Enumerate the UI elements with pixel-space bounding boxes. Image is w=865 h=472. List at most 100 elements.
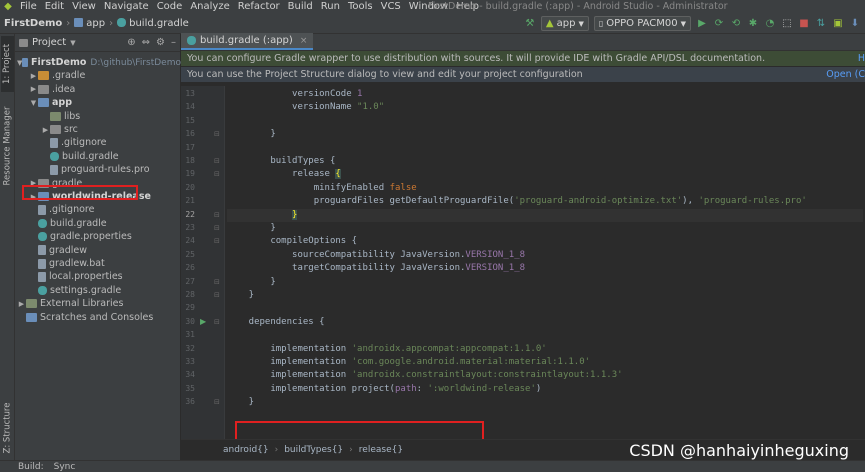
tree-item[interactable]: gradlew xyxy=(15,244,181,257)
tab-resource-manager[interactable]: Resource Manager xyxy=(1,96,14,196)
menu-file[interactable]: File xyxy=(16,0,41,13)
tab-project-tool[interactable]: 1: Project xyxy=(1,36,14,92)
sdk-manager-icon[interactable]: ⬇ xyxy=(849,18,861,30)
fold-marker-icon[interactable]: ⊟ xyxy=(214,209,220,221)
tree-item-label: build.gradle xyxy=(50,217,107,229)
run-toolbar: ⚒ ▲ app ▼ ▯ OPPO PACM00 ▼ ▶ ⟳ ⟲ ✱ ◔ ⬚ ■ … xyxy=(524,13,865,34)
hammer-icon[interactable]: ⚒ xyxy=(524,18,536,30)
run-config-dropdown[interactable]: ▲ app ▼ xyxy=(540,16,589,31)
fold-marker-icon[interactable]: ⊟ xyxy=(214,276,220,288)
chevron-right-icon[interactable]: ▶ xyxy=(29,72,38,80)
fold-marker-icon[interactable]: ⊟ xyxy=(214,128,220,140)
menu-tools[interactable]: Tools xyxy=(344,0,377,13)
project-panel-actions: ⊕ ⇔ ⚙ – xyxy=(127,37,176,48)
open-project-structure-link[interactable]: Open (C xyxy=(826,69,865,80)
banner-action-link[interactable]: H xyxy=(858,53,865,64)
avd-manager-icon[interactable]: ▣ xyxy=(832,18,844,30)
code-line: buildTypes { xyxy=(227,156,336,166)
tree-item[interactable]: .gitignore xyxy=(15,136,181,149)
menu-refactor[interactable]: Refactor xyxy=(234,0,284,13)
chevron-right-icon[interactable]: ▶ xyxy=(17,300,26,308)
fold-marker-icon[interactable]: ⊟ xyxy=(214,168,220,180)
tree-item[interactable]: local.properties xyxy=(15,270,181,283)
fold-marker-icon[interactable]: ⊟ xyxy=(214,235,220,247)
tree-item[interactable]: build.gradle xyxy=(15,217,181,230)
stop-icon[interactable]: ■ xyxy=(798,18,810,30)
tree-item[interactable]: ▼ FirstDemo D:\github\FirstDemo xyxy=(15,56,181,69)
tree-item[interactable]: ▶ src xyxy=(15,123,181,136)
line-number: 33 xyxy=(185,357,195,366)
tree-item[interactable]: proguard-rules.pro xyxy=(15,163,181,176)
code-line: } xyxy=(227,276,276,287)
nav-module[interactable]: app xyxy=(70,17,109,29)
device-dropdown[interactable]: ▯ OPPO PACM00 ▼ xyxy=(593,16,691,31)
menu-edit[interactable]: Edit xyxy=(41,0,68,13)
project-view-dropdown[interactable]: Project xyxy=(32,37,66,48)
attach-debugger-icon[interactable]: ⬚ xyxy=(781,18,793,30)
tree-item[interactable]: ▶ External Libraries xyxy=(15,297,181,310)
tree-item[interactable]: Scratches and Consoles xyxy=(15,311,181,324)
tree-item[interactable]: gradle.properties xyxy=(15,230,181,243)
menu-code[interactable]: Code xyxy=(153,0,187,13)
tree-item-label: External Libraries xyxy=(40,298,124,310)
debug-icon[interactable]: ✱ xyxy=(747,18,759,30)
library-icon xyxy=(26,299,37,309)
apply-changes-icon[interactable]: ⟳ xyxy=(713,18,725,30)
tree-item[interactable]: gradlew.bat xyxy=(15,257,181,270)
nav-project[interactable]: FirstDemo xyxy=(0,18,66,29)
sync-gradle-icon[interactable]: ⇅ xyxy=(815,18,827,30)
breadcrumb-item[interactable]: release{} xyxy=(359,445,403,455)
nav-file[interactable]: build.gradle xyxy=(113,17,193,29)
fold-marker-icon[interactable]: ⊟ xyxy=(214,155,220,167)
folder-icon xyxy=(38,98,49,108)
breadcrumb-item[interactable]: buildTypes{} xyxy=(284,445,343,455)
fold-marker-icon[interactable]: ⊟ xyxy=(214,289,220,301)
run-icon[interactable]: ▶ xyxy=(696,18,708,30)
run-gutter-icon[interactable]: ▶ xyxy=(200,316,206,328)
chevron-down-icon[interactable]: ▼ xyxy=(29,99,38,107)
tree-item[interactable]: ▼ app xyxy=(15,96,181,109)
code-line: release { xyxy=(227,169,341,180)
tree-item[interactable]: ▶ .idea xyxy=(15,83,181,96)
highlight-box-module xyxy=(22,185,138,200)
gear-icon[interactable]: ⚙ xyxy=(156,37,165,48)
fold-marker-icon[interactable]: ⊟ xyxy=(214,222,220,234)
profile-icon[interactable]: ◔ xyxy=(764,18,776,30)
tree-item[interactable]: libs xyxy=(15,110,181,123)
code-editor[interactable]: 13 14 15 16 ⊟ 17 18 ⊟ 19 ⊟ 20 21 22 ⊟ 23 ⊟ 24 ⊟ 25 26 27 ⊟ 28 ⊟… xyxy=(181,86,865,439)
collapse-all-icon[interactable]: ⇔ xyxy=(142,37,150,48)
chevron-down-icon[interactable]: ▼ xyxy=(70,39,75,47)
breadcrumb-item[interactable]: android{} xyxy=(223,445,269,455)
menu-analyze[interactable]: Analyze xyxy=(186,0,233,13)
sync-tab[interactable]: Sync xyxy=(54,462,76,472)
gradle-file-icon xyxy=(117,17,127,27)
menu-view[interactable]: View xyxy=(68,0,100,13)
code-line: implementation project(path: ':worldwind… xyxy=(227,383,542,394)
apply-code-changes-icon[interactable]: ⟲ xyxy=(730,18,742,30)
hide-icon[interactable]: – xyxy=(171,37,176,48)
fold-marker-icon[interactable]: ⊟ xyxy=(214,316,220,328)
code-line: dependencies { xyxy=(227,316,325,327)
menu-build[interactable]: Build xyxy=(284,0,317,13)
folder-icon xyxy=(38,84,49,94)
menu-vcs[interactable]: VCS xyxy=(377,0,405,13)
locate-icon[interactable]: ⊕ xyxy=(127,37,135,48)
code-line: } xyxy=(227,208,863,222)
tree-item[interactable]: build.gradle xyxy=(15,150,181,163)
chevron-right-icon[interactable]: ▶ xyxy=(29,85,38,93)
menu-navigate[interactable]: Navigate xyxy=(100,0,153,13)
tree-item[interactable]: settings.gradle xyxy=(15,284,181,297)
line-number: 17 xyxy=(185,142,195,152)
chevron-right-icon[interactable]: ▶ xyxy=(41,126,50,134)
fold-marker-icon[interactable]: ⊟ xyxy=(214,396,220,408)
tree-item[interactable]: ▶ .gradle xyxy=(15,69,181,82)
tab-build-gradle-app[interactable]: build.gradle (:app) × xyxy=(181,33,314,50)
menu-run[interactable]: Run xyxy=(317,0,344,13)
code-line: } xyxy=(227,129,276,140)
tree-item[interactable]: .gitignore xyxy=(15,203,181,216)
tab-structure[interactable]: Z: Structure xyxy=(1,398,14,458)
tree-item-label: libs xyxy=(64,110,81,122)
close-icon[interactable]: × xyxy=(300,36,308,46)
